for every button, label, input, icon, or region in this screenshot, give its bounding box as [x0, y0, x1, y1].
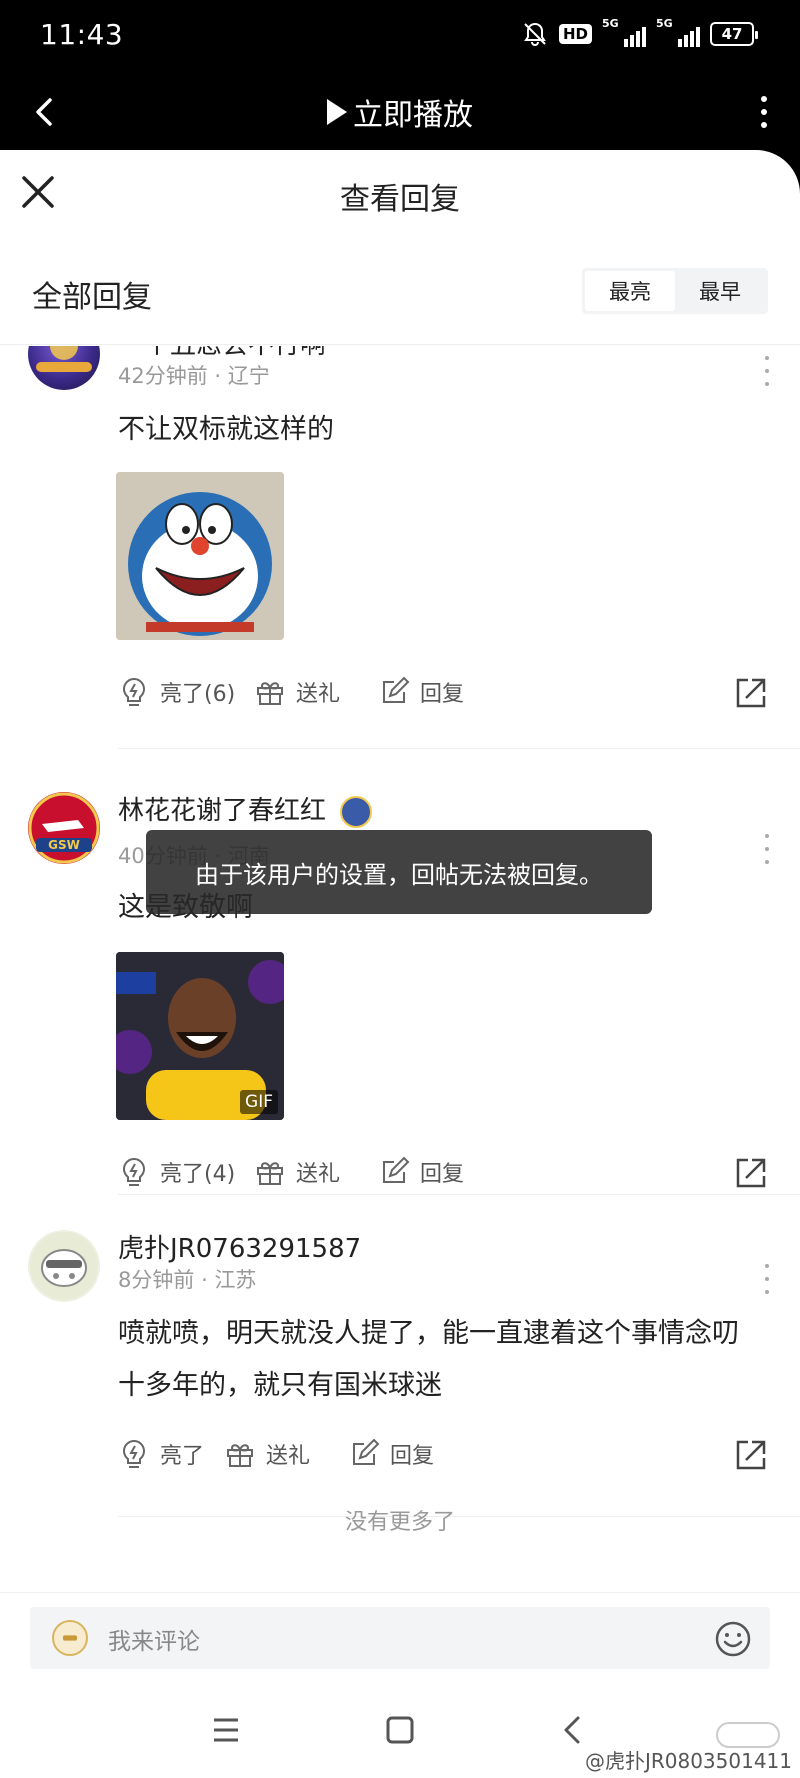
lightbulb-icon [123, 1157, 145, 1186]
comment-more-icon[interactable] [762, 834, 772, 864]
share-icon[interactable] [734, 1156, 768, 1190]
like-button[interactable]: 亮了 [118, 1438, 204, 1470]
doraemon-image [116, 472, 284, 640]
comment-actions: 亮了(4) 送礼 回复 [118, 1156, 768, 1196]
hd-icon: HD [558, 24, 592, 44]
like-button[interactable]: 亮了(6) [118, 676, 235, 708]
avatar-art [36, 346, 92, 372]
comment-image[interactable] [116, 472, 284, 640]
comment-more-icon[interactable] [762, 356, 772, 386]
play-now-button[interactable]: 立即播放 [0, 90, 800, 134]
sheet-header: 查看回复 [0, 150, 800, 240]
more-menu-icon[interactable] [754, 90, 774, 134]
avatar-art [30, 1232, 98, 1300]
comment-text: 喷就喷，明天就没人提了，能一直逮着这个事情念叨十多年的，就只有国米球迷 [118, 1318, 739, 1401]
reply-button[interactable]: 回复 [348, 1438, 434, 1470]
back-nav-icon[interactable] [552, 1710, 592, 1750]
user-avatar-icon [52, 1620, 88, 1656]
divider [0, 344, 800, 345]
lightbulb-icon [123, 677, 145, 706]
avatar[interactable] [28, 346, 100, 390]
comment-more-icon[interactable] [762, 1264, 772, 1294]
comment-placeholder: 我来评论 [108, 1629, 200, 1655]
play-icon [327, 99, 347, 125]
edit-icon [353, 1438, 380, 1465]
avatar-art: GSW [28, 792, 100, 864]
comment-image[interactable]: GIF [116, 952, 284, 1120]
bell-muted-icon [524, 22, 546, 46]
status-icons: HD 5G 5G 47 [521, 17, 758, 48]
menu-icon[interactable] [206, 1710, 246, 1750]
nav-title: 立即播放 [353, 98, 473, 133]
share-icon[interactable] [734, 1438, 768, 1472]
reply-button[interactable]: 回复 [378, 1156, 464, 1188]
reply-button[interactable]: 回复 [378, 676, 464, 708]
comment-list: 一个丑态会不行啊 42分钟前 · 辽宁 不让双标就这样的 [0, 346, 800, 1590]
toast-message: 由于该用户的设置，回帖无法被回复。 [146, 830, 652, 914]
gift-icon [227, 1444, 253, 1467]
comment-meta: 42分钟前 · 辽宁 [118, 364, 270, 388]
replies-sheet: 查看回复 全部回复 最亮 最早 一个丑态会不行啊 42分钟前 · 辽宁 [0, 150, 800, 1778]
system-nav-bar: @虎扑JR0803501411 [0, 1684, 800, 1778]
filter-row: 全部回复 最亮 最早 [0, 268, 800, 318]
avatar[interactable]: GSW [28, 792, 100, 864]
home-icon[interactable] [380, 1710, 420, 1750]
divider [118, 1194, 800, 1195]
username[interactable]: 一个丑态会不行啊 [118, 346, 326, 361]
divider [118, 748, 800, 749]
comment-meta: 8分钟前 · 江苏 [118, 1268, 257, 1292]
edit-icon [383, 1156, 410, 1183]
comment-actions: 亮了 送礼 回复 [118, 1438, 768, 1478]
gif-badge: GIF [240, 1090, 278, 1114]
no-more-label: 没有更多了 [344, 1510, 455, 1535]
avatar[interactable] [28, 1230, 100, 1302]
username[interactable]: 林花花谢了春红红 [118, 790, 373, 828]
all-replies-label: 全部回复 [32, 280, 152, 315]
sort-toggle: 最亮 最早 [582, 268, 768, 314]
signal-icon: 5G [602, 17, 646, 47]
badge-icon [340, 795, 373, 828]
gift-button[interactable]: 送礼 [254, 1156, 340, 1188]
sort-earliest-tab[interactable]: 最早 [675, 271, 765, 311]
gift-icon [257, 1162, 283, 1185]
status-bar: 11:43 HD 5G 5G 47 [0, 0, 800, 72]
signal-icon-2: 5G [656, 17, 700, 47]
sort-hottest-tab[interactable]: 最亮 [585, 271, 675, 311]
status-time: 11:43 [40, 18, 124, 51]
sheet-title: 查看回复 [340, 182, 460, 217]
share-icon[interactable] [734, 676, 768, 710]
gift-button[interactable]: 送礼 [224, 1438, 310, 1470]
like-button[interactable]: 亮了(4) [118, 1156, 235, 1188]
watermark: @虎扑JR0803501411 [584, 1749, 792, 1773]
emoji-icon[interactable] [714, 1620, 752, 1658]
gift-icon [257, 682, 283, 705]
gift-button[interactable]: 送礼 [254, 676, 340, 708]
comment-input[interactable]: 我来评论 [30, 1607, 770, 1669]
username[interactable]: 虎扑JR0763291587 [118, 1228, 361, 1265]
lightbulb-icon [123, 1439, 145, 1468]
comment-actions: 亮了(6) 送礼 回复 [118, 676, 768, 716]
comment-text: 不让双标就这样的 [118, 414, 334, 445]
svg-text:GSW: GSW [48, 838, 80, 852]
edit-icon [383, 676, 410, 703]
battery-icon: 47 [710, 22, 758, 46]
comment-input-bar: 我来评论 [0, 1592, 800, 1684]
top-nav: 立即播放 [0, 72, 800, 152]
